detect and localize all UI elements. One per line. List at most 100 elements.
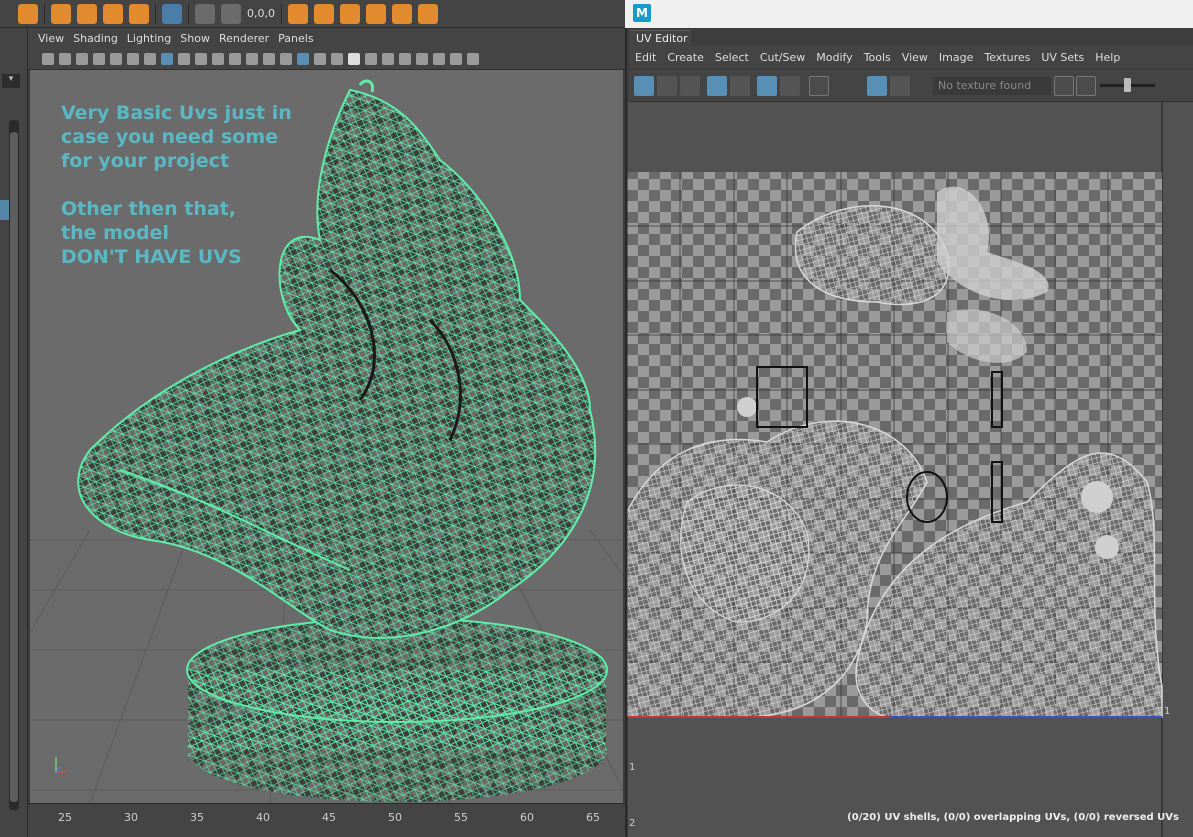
film-gate-icon[interactable] xyxy=(178,52,190,65)
move-icon[interactable] xyxy=(144,52,156,65)
model-base xyxy=(186,617,608,802)
shaded-icon[interactable] xyxy=(780,76,800,96)
polygon-icon[interactable] xyxy=(18,3,38,24)
scrollbar-thumb[interactable] xyxy=(10,132,18,802)
uv-tick-label: 1 xyxy=(1164,706,1171,717)
perspective-viewport[interactable]: Very Basic Uvs just in case you need som… xyxy=(30,70,623,803)
snapshot-icon[interactable] xyxy=(809,76,829,96)
viewport-menubar: View Shading Lighting Show Renderer Pane… xyxy=(28,28,625,48)
uv-menu-modify[interactable]: Modify xyxy=(816,51,863,64)
select-icon[interactable] xyxy=(110,52,122,65)
grid-toggle-icon[interactable] xyxy=(161,52,173,65)
safe-title-icon[interactable] xyxy=(263,52,275,65)
rgb-channel-icon[interactable] xyxy=(1054,76,1074,96)
uv-canvas[interactable]: 1 1 2 (0/20) UV shells, (0/0) overlappin… xyxy=(627,102,1193,837)
ruler-tick: 30 xyxy=(124,811,138,824)
uv-tick-label: 1 xyxy=(629,762,636,773)
ruler-tick: 35 xyxy=(190,811,204,824)
shelf-separator xyxy=(188,3,189,24)
xray-joints-icon[interactable] xyxy=(433,52,445,65)
menu-panels[interactable]: Panels xyxy=(278,32,322,45)
scene-render xyxy=(30,79,623,803)
wireframe-icon[interactable] xyxy=(280,52,292,65)
safe-action-icon[interactable] xyxy=(246,52,258,65)
smooth-shade-icon[interactable] xyxy=(297,52,309,65)
uv-menu-view[interactable]: View xyxy=(902,51,939,64)
uv-menu-tools[interactable]: Tools xyxy=(864,51,902,64)
settings-icon[interactable] xyxy=(392,3,412,24)
exposure-icon[interactable] xyxy=(467,52,479,65)
uv-menu-edit[interactable]: Edit xyxy=(635,51,667,64)
xray-icon[interactable] xyxy=(416,52,428,65)
viewport-toolbar xyxy=(28,48,625,70)
frame-selected-icon[interactable] xyxy=(730,76,750,96)
uv-menu-create[interactable]: Create xyxy=(667,51,715,64)
overlay-line: Other then that, xyxy=(61,198,236,220)
alpha-channel-icon[interactable] xyxy=(1076,76,1096,96)
camera-icon[interactable] xyxy=(195,3,215,24)
render-icon[interactable] xyxy=(288,3,308,24)
pivot-icon[interactable] xyxy=(127,52,139,65)
checker-display-icon[interactable] xyxy=(890,76,910,96)
exposure-slider-knob[interactable] xyxy=(1124,78,1131,92)
resolution-gate-icon[interactable] xyxy=(195,52,207,65)
texture-field[interactable]: No texture found xyxy=(933,77,1051,95)
time-slider[interactable]: 25 30 35 40 45 50 55 60 65 xyxy=(28,803,625,837)
axis-gizmo-icon xyxy=(55,757,67,774)
vertex-mode-icon[interactable] xyxy=(634,76,654,96)
uv-menubar: Edit Create Select Cut/Sew Modify Tools … xyxy=(629,46,1193,68)
tab-uv-editor[interactable]: UV Editor xyxy=(629,30,691,46)
menu-view[interactable]: View xyxy=(38,32,73,45)
image-display-icon[interactable] xyxy=(867,76,887,96)
hypershade-icon[interactable] xyxy=(418,3,438,24)
overlay-line: Very Basic Uvs just in xyxy=(61,102,292,124)
overlay-line: the model xyxy=(61,222,169,244)
checker-icon[interactable] xyxy=(366,3,386,24)
isolate-icon[interactable] xyxy=(399,52,411,65)
ruler-tick: 50 xyxy=(388,811,402,824)
shelf-separator xyxy=(281,3,282,24)
sculpt-icon[interactable] xyxy=(51,3,71,24)
bracket-icon[interactable] xyxy=(77,3,97,24)
uv-menu-textures[interactable]: Textures xyxy=(984,51,1041,64)
ruler-tick: 45 xyxy=(322,811,336,824)
uv-menu-image[interactable]: Image xyxy=(939,51,984,64)
face-mode-icon[interactable] xyxy=(680,76,700,96)
menu-lighting[interactable]: Lighting xyxy=(127,32,180,45)
menu-renderer[interactable]: Renderer xyxy=(219,32,278,45)
uv-menu-select[interactable]: Select xyxy=(715,51,760,64)
bookmark-icon[interactable] xyxy=(76,52,88,65)
backface-icon[interactable] xyxy=(450,52,462,65)
transform-icon[interactable] xyxy=(221,3,241,24)
ruler-tick: 60 xyxy=(520,811,534,824)
default-material-icon[interactable] xyxy=(314,52,326,65)
uv-menu-uvsets[interactable]: UV Sets xyxy=(1041,51,1095,64)
uv-editor-titlebar[interactable]: M xyxy=(625,0,1193,28)
menu-show[interactable]: Show xyxy=(180,32,219,45)
lights-icon[interactable] xyxy=(348,52,360,65)
overlay-line: case you need some xyxy=(61,126,279,148)
frame-icon[interactable] xyxy=(707,76,727,96)
layout-dropdown[interactable]: ▾ xyxy=(2,74,20,88)
menu-shading[interactable]: Shading xyxy=(73,32,127,45)
ipr-icon[interactable] xyxy=(314,3,334,24)
sphere-icon[interactable] xyxy=(340,3,360,24)
textured-icon[interactable] xyxy=(331,52,343,65)
field-chart-icon[interactable] xyxy=(229,52,241,65)
shadows-icon[interactable] xyxy=(365,52,377,65)
grid-toggle-icon[interactable] xyxy=(757,76,777,96)
camera-icon[interactable] xyxy=(42,52,54,65)
grid-icon[interactable] xyxy=(162,3,182,24)
camera-lock-icon[interactable] xyxy=(59,52,71,65)
uv-menu-help[interactable]: Help xyxy=(1095,51,1131,64)
uv-layout xyxy=(627,102,1163,837)
uv-mode-icon[interactable] xyxy=(657,76,677,96)
gate-mask-icon[interactable] xyxy=(212,52,224,65)
image-plane-icon[interactable] xyxy=(93,52,105,65)
ambient-occlusion-icon[interactable] xyxy=(382,52,394,65)
ruler-tick: 25 xyxy=(58,811,72,824)
svg-icon[interactable] xyxy=(129,3,149,24)
text-icon[interactable] xyxy=(103,3,123,24)
uv-menu-cutsew[interactable]: Cut/Sew xyxy=(760,51,816,64)
overlay-line: for your project xyxy=(61,150,230,172)
